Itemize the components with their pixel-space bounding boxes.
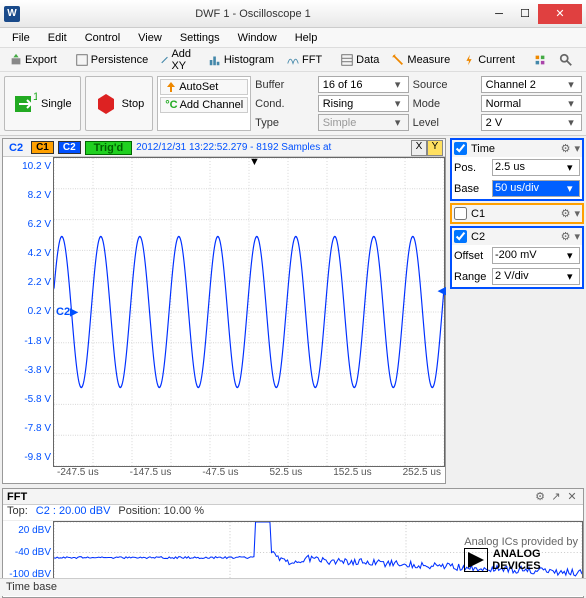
status-bar: Time base (0, 578, 586, 596)
c2-offset-field[interactable]: -200 mV▾ (492, 247, 580, 264)
fft-top-value: C2 : 20.00 dBV (36, 505, 111, 520)
toolbar-main: Export Persistence Add XY Histogram FFT … (0, 48, 586, 72)
buffer-combo[interactable]: 16 of 16▾ (318, 76, 409, 93)
c1-panel-label: C1 (471, 208, 557, 220)
level-label: Level (413, 117, 477, 129)
c1-badge[interactable]: C1 (31, 141, 54, 154)
scope-header: C2 C1 C2 Trig'd 2012/12/31 13:22:52.279 … (3, 139, 445, 157)
export-button[interactable]: Export (4, 50, 62, 70)
tool-settings-icon[interactable] (528, 50, 552, 70)
y-cursor-button[interactable]: Y (427, 140, 443, 156)
type-combo[interactable]: Simple▾ (318, 114, 409, 131)
time-gear-icon[interactable]: ⚙ (561, 142, 571, 155)
menu-settings[interactable]: Settings (172, 30, 228, 46)
c2-panel: C2 ⚙▾ Offset -200 mV▾ Range 2 V/div▾ (450, 226, 584, 289)
right-panel: Time ⚙▾ Pos. 2.5 us▾ Base 50 us/div▾ C1 … (448, 136, 586, 486)
close-button[interactable]: ✕ (538, 4, 582, 24)
analog-devices-logo-icon (464, 548, 488, 572)
autoset-button[interactable]: AutoSet (160, 79, 248, 95)
scope-x-axis: -247.5 us -147.5 us -47.5 us 52.5 us 152… (53, 467, 445, 483)
mode-label: Mode (413, 98, 477, 110)
time-drop-icon[interactable]: ▾ (574, 142, 580, 155)
mode-combo[interactable]: Normal▾ (481, 95, 582, 112)
trigger-status: Trig'd (85, 141, 133, 155)
menubar: File Edit Control View Settings Window H… (0, 28, 586, 48)
level-combo[interactable]: 2 V▾ (481, 114, 582, 131)
c1-panel: C1 ⚙▾ (450, 203, 584, 224)
stop-button[interactable]: Stop (85, 76, 154, 131)
acquisition-grid: Buffer 16 of 16▾ Source Channel 2▾ Cond.… (255, 76, 582, 131)
fft-title: FFT (7, 491, 27, 503)
source-combo[interactable]: Channel 2▾ (481, 76, 582, 93)
zoom-icon[interactable] (554, 50, 578, 70)
capture-config: AutoSet °CAdd Channel (157, 76, 251, 131)
fft-y-axis: 20 dBV -40 dBV -100 dBV (3, 521, 53, 584)
buffer-label: Buffer (255, 79, 314, 91)
histogram-button[interactable]: Histogram (203, 50, 279, 70)
scope-area: C2 C1 C2 Trig'd 2012/12/31 13:22:52.279 … (2, 138, 446, 484)
c2-badge[interactable]: C2 (58, 141, 81, 154)
fft-settings-icon[interactable]: ⚙ (533, 490, 547, 503)
capture-timestamp: 2012/12/31 13:22:52.279 - 8192 Samples a… (136, 142, 331, 153)
svg-text:1: 1 (33, 92, 37, 103)
time-enable-checkbox[interactable] (454, 142, 467, 155)
c1-enable-checkbox[interactable] (454, 207, 467, 220)
menu-control[interactable]: Control (77, 30, 128, 46)
menu-window[interactable]: Window (230, 30, 285, 46)
scope-y-axis: 10.2 V 8.2 V 6.2 V 4.2 V 2.2 V 0.2 V -1.… (3, 157, 53, 467)
maximize-button[interactable]: ☐ (512, 4, 538, 24)
c2-range-field[interactable]: 2 V/div▾ (492, 268, 580, 285)
attribution: Analog ICs provided by ANALOGDEVICES (464, 536, 578, 572)
current-button[interactable]: Current (457, 50, 520, 70)
c2-panel-label: C2 (471, 231, 557, 243)
fft-undock-icon[interactable]: ↗ (549, 490, 563, 503)
source-label: Source (413, 79, 477, 91)
fft-position-label: Position: 10.00 % (118, 505, 204, 520)
cond-combo[interactable]: Rising▾ (318, 95, 409, 112)
trigger-time-marker[interactable]: ▼ (249, 156, 260, 168)
time-base-field[interactable]: 50 us/div▾ (492, 180, 580, 197)
c2-enable-checkbox[interactable] (454, 230, 467, 243)
time-base-label: Base (454, 183, 490, 195)
time-panel: Time ⚙▾ Pos. 2.5 us▾ Base 50 us/div▾ (450, 138, 584, 201)
channel-axis-label: C2 (5, 142, 27, 154)
c1-drop-icon[interactable]: ▾ (574, 207, 580, 220)
fft-button[interactable]: FFT (281, 50, 327, 70)
menu-file[interactable]: File (4, 30, 38, 46)
scope-plot[interactable]: C2▶ ◀ ▼ (53, 157, 445, 467)
main-row: C2 C1 C2 Trig'd 2012/12/31 13:22:52.279 … (0, 136, 586, 486)
x-cursor-button[interactable]: X (411, 140, 427, 156)
add-channel-button[interactable]: °CAdd Channel (160, 97, 248, 113)
data-button[interactable]: Data (335, 50, 384, 70)
measure-button[interactable]: Measure (386, 50, 455, 70)
cond-label: Cond. (255, 98, 314, 110)
addxy-button[interactable]: Add XY (155, 45, 201, 75)
titlebar: W DWF 1 - Oscilloscope 1 ─ ☐ ✕ (0, 0, 586, 28)
c2-offset-label: Offset (454, 250, 490, 262)
c2-range-label: Range (454, 271, 490, 283)
trigger-level-marker[interactable]: ◀ (438, 284, 446, 297)
c2-zero-marker: C2▶ (56, 306, 78, 318)
menu-edit[interactable]: Edit (40, 30, 75, 46)
fft-close-icon[interactable]: ✕ (565, 490, 579, 503)
time-panel-label: Time (471, 143, 557, 155)
type-label: Type (255, 117, 314, 129)
menu-help[interactable]: Help (287, 30, 326, 46)
minimize-button[interactable]: ─ (486, 4, 512, 24)
c2-drop-icon[interactable]: ▾ (574, 230, 580, 243)
persistence-button[interactable]: Persistence (70, 50, 153, 70)
fft-top-label: Top: (7, 505, 28, 520)
c2-gear-icon[interactable]: ⚙ (561, 230, 571, 243)
single-button[interactable]: 1 Single (4, 76, 81, 131)
time-pos-field[interactable]: 2.5 us▾ (492, 159, 580, 176)
control-strip: 1 Single Stop AutoSet °CAdd Channel Buff… (0, 72, 586, 136)
app-icon: W (4, 6, 20, 22)
time-pos-label: Pos. (454, 162, 490, 174)
c1-gear-icon[interactable]: ⚙ (561, 207, 571, 220)
menu-view[interactable]: View (130, 30, 170, 46)
fft-info-row: Top: C2 : 20.00 dBV Position: 10.00 % (3, 505, 583, 521)
window-title: DWF 1 - Oscilloscope 1 (20, 8, 486, 20)
scope-plot-area: 10.2 V 8.2 V 6.2 V 4.2 V 2.2 V 0.2 V -1.… (3, 157, 445, 467)
